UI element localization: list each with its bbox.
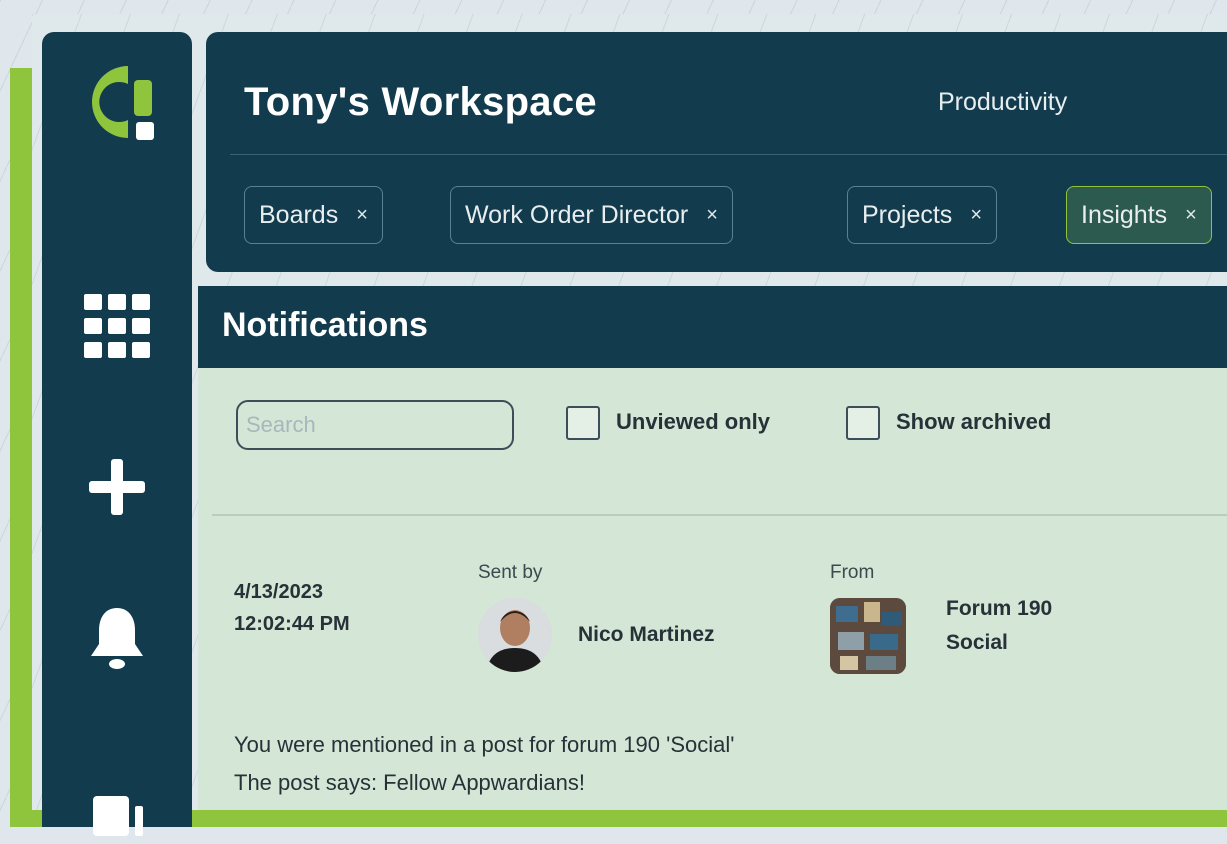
message-line: You were mentioned in a post for forum 1… (234, 732, 735, 757)
notifications-header: Notifications (198, 286, 1227, 368)
plus-icon[interactable] (84, 454, 150, 520)
workspace-title: Tony's Workspace (244, 80, 597, 124)
tab-insights[interactable]: Insights × (1066, 186, 1212, 244)
bell-icon[interactable] (84, 604, 150, 670)
show-archived-label[interactable]: Show archived (896, 409, 1051, 435)
message-line: The post says: Fellow Appwardians! (234, 770, 585, 795)
tab-label: Work Order Director (465, 200, 689, 229)
tab-label: Boards (259, 200, 339, 229)
tab-work-order-director[interactable]: Work Order Director × (450, 186, 733, 244)
notification-date: 4/13/2023 (234, 581, 323, 603)
show-archived-checkbox[interactable] (846, 406, 880, 440)
tab-label: Projects (862, 200, 953, 229)
sent-by-label: Sent by (478, 562, 543, 583)
notification-time: 12:02:44 PM (234, 613, 350, 635)
tab-label: Insights (1081, 200, 1168, 229)
notifications-panel: Notifications Unviewed only Show archive… (198, 286, 1227, 810)
app-logo[interactable] (76, 58, 166, 148)
header-divider (230, 154, 1227, 155)
avatar[interactable] (478, 598, 552, 672)
divider (212, 514, 1227, 516)
source-forum: Forum 190 (946, 597, 1053, 620)
unviewed-only-label[interactable]: Unviewed only (616, 409, 770, 435)
close-icon[interactable]: × (706, 204, 718, 227)
source-name: Social (946, 631, 1008, 654)
tab-boards[interactable]: Boards × (244, 186, 383, 244)
apps-grid-icon[interactable] (84, 294, 150, 360)
search-input[interactable] (236, 400, 514, 450)
sidebar (42, 32, 192, 836)
notification-source: Forum 190 Social (946, 592, 1052, 660)
notification-timestamp: 4/13/2023 12:02:44 PM (234, 576, 350, 640)
tab-projects[interactable]: Projects × (847, 186, 997, 244)
nav-productivity[interactable]: Productivity (938, 88, 1067, 117)
forum-thumbnail[interactable] (830, 598, 906, 674)
notification-message[interactable]: You were mentioned in a post for forum 1… (234, 726, 734, 802)
unviewed-only-checkbox[interactable] (566, 406, 600, 440)
notifications-title: Notifications (222, 306, 428, 344)
close-icon[interactable]: × (1185, 204, 1197, 227)
from-label: From (830, 562, 875, 583)
close-icon[interactable]: × (970, 204, 982, 227)
workspace-header: Tony's Workspace Productivity Boards × W… (206, 32, 1227, 272)
document-icon[interactable] (84, 778, 150, 844)
sender-name: Nico Martinez (578, 623, 715, 646)
close-icon[interactable]: × (356, 204, 368, 227)
